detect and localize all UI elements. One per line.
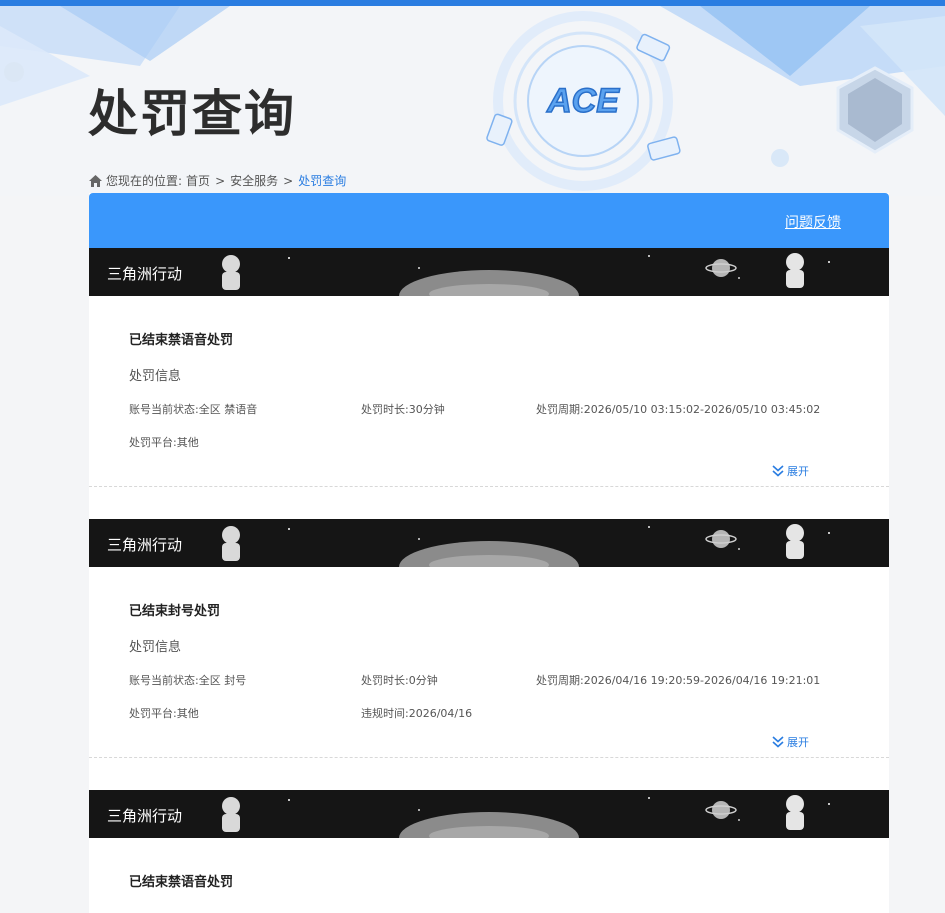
penalty-info-heading: 处罚信息 <box>129 640 182 655</box>
double-chevron-down-icon <box>772 736 784 748</box>
period-value: 2026/05/10 03:15:02-2026/05/10 03:45:02 <box>583 403 821 416</box>
duration-value: 0分钟 <box>408 674 438 687</box>
breadcrumb-item-home[interactable]: 首页 <box>186 172 210 189</box>
penalty-record: 已结束封号处罚 处罚信息 账号当前状态:全区 封号 处罚时长:0分钟 处罚周期:… <box>89 567 889 758</box>
expand-label: 展开 <box>787 465 809 478</box>
penalty-title: 已结束禁语音处罚 <box>129 875 234 890</box>
expand-label: 展开 <box>787 736 809 749</box>
panel-header: 问题反馈 <box>89 193 889 248</box>
duration-value: 30分钟 <box>408 403 445 416</box>
game-banner: 三角洲行动 <box>89 519 889 567</box>
page-title: 处罚查询 <box>88 85 296 143</box>
penalty-info-heading: 处罚信息 <box>129 369 182 384</box>
penalty-info-row: 账号当前状态:全区 封号 处罚时长:0分钟 处罚周期:2026/04/16 19… <box>129 672 849 688</box>
violation-time-value: 2026/04/16 <box>408 707 473 720</box>
home-icon[interactable] <box>89 174 102 187</box>
feedback-link[interactable]: 问题反馈 <box>785 212 841 232</box>
penalty-info-row: 处罚平台:其他 违规时间:2026/04/16 <box>129 705 849 721</box>
status-label: 账号当前状态: <box>129 403 199 416</box>
period-label: 处罚周期: <box>536 674 584 687</box>
breadcrumb-separator: > <box>215 173 226 188</box>
platform-value: 其他 <box>176 436 199 449</box>
duration-label: 处罚时长: <box>361 674 409 687</box>
expand-button[interactable]: 展开 <box>772 734 809 750</box>
penalty-title: 已结束封号处罚 <box>129 604 221 619</box>
period-label: 处罚周期: <box>536 403 584 416</box>
svg-text:ACE: ACE <box>546 82 620 120</box>
hero-banner: ACE 处罚查询 您现在的位置: 首页 > 安全服务 > 处罚查询 <box>0 6 945 196</box>
platform-label: 处罚平台: <box>129 436 177 449</box>
violation-time-label: 违规时间: <box>361 707 409 720</box>
game-banner: 三角洲行动 <box>89 248 889 296</box>
breadcrumb-separator: > <box>283 173 294 188</box>
status-value: 全区 封号 <box>198 674 247 687</box>
status-value: 全区 禁语音 <box>198 403 258 416</box>
penalty-info-row: 处罚平台:其他 <box>129 434 849 450</box>
game-name: 三角洲行动 <box>107 807 183 825</box>
game-name: 三角洲行动 <box>107 265 183 283</box>
platform-value: 其他 <box>176 707 199 720</box>
platform-label: 处罚平台: <box>129 707 177 720</box>
record-divider <box>89 486 889 487</box>
breadcrumb: 您现在的位置: 首页 > 安全服务 > 处罚查询 <box>89 172 346 189</box>
breadcrumb-prefix: 您现在的位置: <box>106 174 183 188</box>
game-name: 三角洲行动 <box>107 536 183 554</box>
record-divider <box>89 757 889 758</box>
game-banner: 三角洲行动 <box>89 790 889 838</box>
expand-button[interactable]: 展开 <box>772 463 809 479</box>
breadcrumb-item-security[interactable]: 安全服务 <box>230 172 278 189</box>
penalty-title: 已结束禁语音处罚 <box>129 333 234 348</box>
status-label: 账号当前状态: <box>129 674 199 687</box>
duration-label: 处罚时长: <box>361 403 409 416</box>
penalty-info-row: 账号当前状态:全区 禁语音 处罚时长:30分钟 处罚周期:2026/05/10 … <box>129 401 849 417</box>
ace-logo: ACE <box>540 80 626 121</box>
breadcrumb-item-current[interactable]: 处罚查询 <box>298 172 346 189</box>
results-panel: 问题反馈 三角洲行动 已结束禁语音处罚 处罚信息 账号当前状态:全区 禁语音 处… <box>89 193 889 913</box>
double-chevron-down-icon <box>772 465 784 477</box>
penalty-record: 已结束禁语音处罚 <box>89 838 889 891</box>
period-value: 2026/04/16 19:20:59-2026/04/16 19:21:01 <box>583 674 821 687</box>
penalty-record: 已结束禁语音处罚 处罚信息 账号当前状态:全区 禁语音 处罚时长:30分钟 处罚… <box>89 296 889 487</box>
